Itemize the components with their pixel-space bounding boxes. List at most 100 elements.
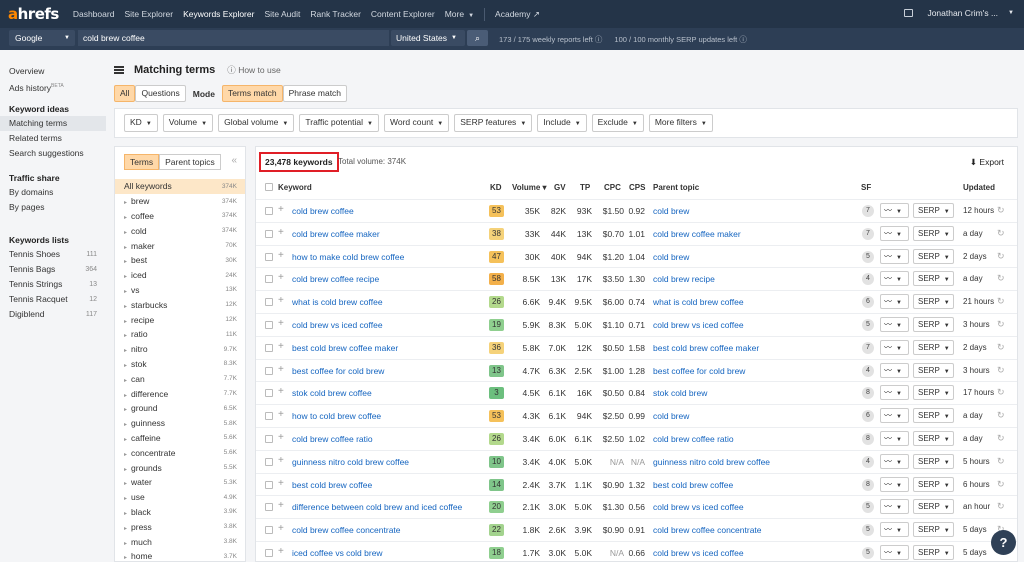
parent-topic-link[interactable]: cold brew <box>653 206 689 216</box>
term-row[interactable]: ▸ starbucks 12K <box>115 297 245 312</box>
term-row[interactable]: All keywords 374K <box>115 179 245 194</box>
header-volume[interactable]: Volume ▾ <box>512 183 547 192</box>
keyword-link[interactable]: guinness nitro cold brew coffee <box>292 457 409 467</box>
sidebar-item-overview[interactable]: Overview <box>0 64 106 79</box>
parent-topic-link[interactable]: cold brew vs iced coffee <box>653 320 744 330</box>
trend-button[interactable]: 〰 ▼ <box>880 225 909 241</box>
refresh-icon[interactable]: ↻ <box>997 228 1005 239</box>
help-icon[interactable]: ⓘ <box>739 35 747 44</box>
parent-topic-link[interactable]: best coffee for cold brew <box>653 366 745 376</box>
row-checkbox[interactable] <box>265 366 273 375</box>
term-row[interactable]: ▸ best 30K <box>115 253 245 268</box>
sidebar-item-matching-terms[interactable]: Matching terms <box>0 115 106 131</box>
filter-volume[interactable]: Volume ▼ <box>162 114 214 132</box>
tab-questions[interactable]: Questions <box>135 85 186 102</box>
row-checkbox[interactable] <box>265 435 273 443</box>
row-checkbox[interactable] <box>265 275 273 284</box>
row-checkbox[interactable] <box>265 207 273 215</box>
collapse-icon[interactable]: « <box>231 155 237 166</box>
refresh-icon[interactable]: ↻ <box>997 387 1005 398</box>
keyword-link[interactable]: iced coffee vs cold brew <box>292 548 383 558</box>
term-row[interactable]: ▸ much 3.8K <box>115 534 245 549</box>
sidebar-item-related-terms[interactable]: Related terms <box>0 131 106 146</box>
trend-button[interactable]: 〰 ▼ <box>880 499 909 515</box>
row-checkbox[interactable] <box>265 229 273 238</box>
parent-topic-link[interactable]: cold brew coffee maker <box>653 229 741 239</box>
keyword-list-item[interactable]: Digiblend 117 <box>0 307 106 322</box>
term-row[interactable]: ▸ water 5.3K <box>115 475 245 490</box>
term-row[interactable]: ▸ black 3.9K <box>115 505 245 520</box>
add-to-list-icon[interactable]: + <box>278 432 284 443</box>
term-row[interactable]: ▸ stok 8.3K <box>115 357 245 372</box>
keyword-link[interactable]: cold brew coffee maker <box>292 229 380 239</box>
add-to-list-icon[interactable]: + <box>278 478 284 489</box>
add-to-list-icon[interactable]: + <box>278 250 284 261</box>
serp-button[interactable]: SERP ▼ <box>913 248 954 264</box>
add-to-list-icon[interactable]: + <box>278 341 284 352</box>
serp-features-count[interactable]: 5 <box>862 524 874 537</box>
serp-features-count[interactable]: 8 <box>862 387 874 400</box>
filter-traffic-potential[interactable]: Traffic potential ▼ <box>299 114 379 132</box>
keyword-list-item[interactable]: Tennis Shoes 111 <box>0 247 106 262</box>
add-to-list-icon[interactable]: + <box>278 272 284 283</box>
row-checkbox[interactable] <box>265 412 273 421</box>
serp-features-count[interactable]: 5 <box>862 250 874 263</box>
nav-content-explorer[interactable]: Content Explorer <box>371 9 435 19</box>
mode-phrase-match[interactable]: Phrase match <box>282 85 348 102</box>
header-cpc[interactable]: CPC <box>604 183 621 192</box>
keyword-link[interactable]: best coffee for cold brew <box>292 366 384 376</box>
serp-features-count[interactable]: 6 <box>862 296 874 309</box>
serp-features-count[interactable]: 7 <box>862 227 874 240</box>
refresh-icon[interactable]: ↻ <box>997 251 1005 262</box>
select-all-checkbox[interactable] <box>265 183 273 191</box>
header-keyword[interactable]: Keyword <box>278 183 312 192</box>
term-row[interactable]: ▸ use 4.9K <box>115 490 245 505</box>
parent-topic-link[interactable]: cold brew vs iced coffee <box>653 548 744 558</box>
help-button[interactable]: ? <box>991 530 1016 555</box>
sidebar-item-search-suggestions[interactable]: Search suggestions <box>0 146 106 161</box>
term-row[interactable]: ▸ brew 374K <box>115 194 245 209</box>
add-to-list-icon[interactable]: + <box>278 546 284 557</box>
trend-button[interactable]: 〰 ▼ <box>880 522 909 538</box>
add-to-list-icon[interactable]: + <box>278 204 284 215</box>
filter-global-volume[interactable]: Global volume ▼ <box>218 114 295 132</box>
term-row[interactable]: ▸ ratio 11K <box>115 327 245 342</box>
serp-features-count[interactable]: 5 <box>862 547 874 559</box>
trend-button[interactable]: 〰 ▼ <box>880 203 909 218</box>
nav-site-explorer[interactable]: Site Explorer <box>124 9 173 19</box>
header-sf[interactable]: SF <box>861 183 871 192</box>
serp-button[interactable]: SERP ▼ <box>913 294 954 310</box>
sidebar-item-by-domains[interactable]: By domains <box>0 185 106 200</box>
row-checkbox[interactable] <box>265 389 273 398</box>
trend-button[interactable]: 〰 ▼ <box>880 385 909 401</box>
country-select[interactable]: United States ▼ <box>391 30 465 46</box>
header-cps[interactable]: CPS <box>629 183 645 192</box>
refresh-icon[interactable]: ↻ <box>997 273 1005 284</box>
add-to-list-icon[interactable]: + <box>278 364 284 375</box>
filter-more[interactable]: More filters ▼ <box>648 114 713 132</box>
row-checkbox[interactable] <box>265 343 273 352</box>
parent-topic-link[interactable]: best cold brew coffee <box>653 480 733 490</box>
trend-button[interactable]: 〰 ▼ <box>880 294 909 310</box>
tab-terms[interactable]: Terms <box>124 154 160 170</box>
serp-features-count[interactable]: 5 <box>862 501 874 514</box>
add-to-list-icon[interactable]: + <box>278 295 284 306</box>
term-row[interactable]: ▸ caffeine 5.6K <box>115 431 245 446</box>
serp-button[interactable]: SERP ▼ <box>913 203 954 218</box>
header-kd[interactable]: KD <box>490 183 502 192</box>
export-button[interactable]: ⬇ Export <box>970 157 1004 168</box>
term-row[interactable]: ▸ maker 70K <box>115 238 245 253</box>
serp-button[interactable]: SERP ▼ <box>913 385 954 401</box>
header-parent-topic[interactable]: Parent topic <box>653 183 699 192</box>
serp-features-count[interactable]: 4 <box>862 455 874 468</box>
tab-all[interactable]: All <box>114 85 136 102</box>
term-row[interactable]: ▸ ground 6.5K <box>115 401 245 416</box>
keyword-input[interactable] <box>78 30 389 46</box>
keyword-link[interactable]: how to cold brew coffee <box>292 411 381 421</box>
term-row[interactable]: ▸ grounds 5.5K <box>115 460 245 475</box>
add-to-list-icon[interactable]: + <box>278 523 284 534</box>
row-checkbox[interactable] <box>265 526 273 535</box>
search-button[interactable]: ⌕ <box>467 30 488 46</box>
add-to-list-icon[interactable]: + <box>278 318 284 329</box>
keyword-list-item[interactable]: Tennis Bags 364 <box>0 262 106 277</box>
